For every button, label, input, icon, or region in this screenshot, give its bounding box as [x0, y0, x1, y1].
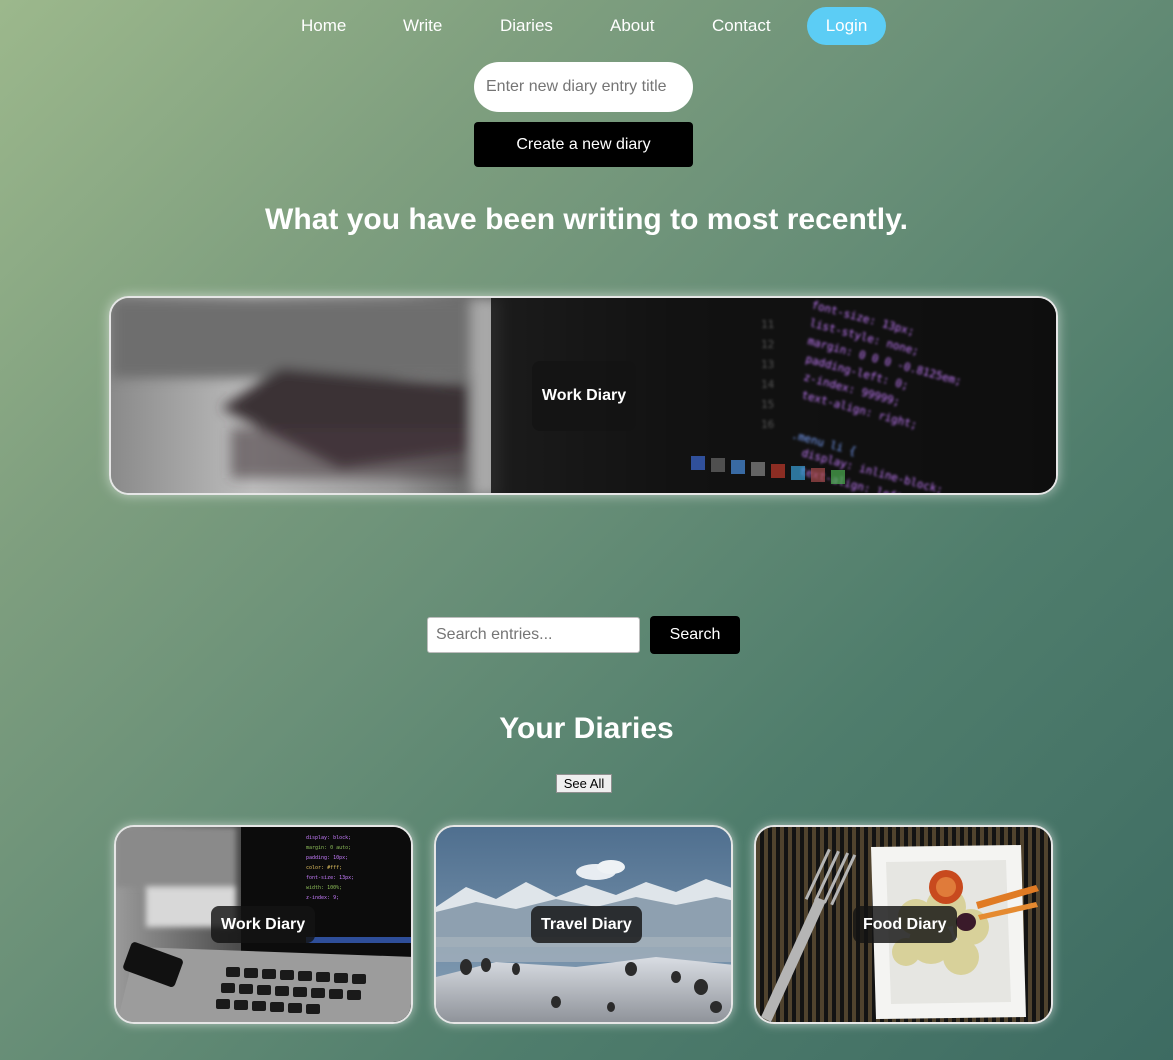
svg-text:15: 15	[761, 398, 774, 411]
create-diary-button[interactable]: Create a new diary	[474, 122, 693, 167]
svg-text:color: #fff;: color: #fff;	[306, 865, 342, 871]
diary-card-work[interactable]: display: block; margin: 0 auto; padding:…	[114, 825, 413, 1024]
diary-card-label: Food Diary	[853, 906, 957, 943]
main-nav: Home Write Diaries About Contact Login	[0, 7, 1173, 45]
recent-heading: What you have been writing to most recen…	[265, 203, 908, 236]
nav-write-link[interactable]: Write	[403, 7, 442, 45]
svg-text:13: 13	[761, 358, 774, 371]
svg-text:16: 16	[761, 418, 774, 431]
login-button[interactable]: Login	[807, 7, 886, 45]
svg-text:display: block;: display: block;	[306, 835, 351, 841]
svg-text:z-index: 9;: z-index: 9;	[306, 895, 339, 901]
svg-text:font-size: 13px;: font-size: 13px;	[306, 875, 354, 881]
svg-text:margin: 0 auto;: margin: 0 auto;	[306, 845, 351, 851]
search-input[interactable]	[427, 617, 640, 653]
svg-text:width: 100%;: width: 100%;	[306, 885, 342, 891]
svg-text:padding: 10px;: padding: 10px;	[306, 855, 348, 861]
nav-contact-link[interactable]: Contact	[712, 7, 771, 45]
diary-card-travel[interactable]: Travel Diary	[434, 825, 733, 1024]
search-button[interactable]: Search	[650, 616, 740, 654]
svg-text:12: 12	[761, 338, 774, 351]
nav-home-link[interactable]: Home	[301, 7, 346, 45]
nav-diaries-link[interactable]: Diaries	[500, 7, 553, 45]
diary-card-food[interactable]: Food Diary	[754, 825, 1053, 1024]
see-all-button[interactable]: See All	[556, 774, 612, 793]
diary-card-label: Work Diary	[211, 906, 316, 943]
nav-about-link[interactable]: About	[610, 7, 654, 45]
svg-text:14: 14	[761, 378, 775, 391]
diaries-heading: Your Diaries	[499, 712, 674, 745]
recent-card-label: Work Diary	[532, 361, 636, 431]
svg-text:11: 11	[761, 318, 774, 331]
diary-card-label: Travel Diary	[531, 906, 642, 943]
diary-title-input[interactable]	[474, 62, 693, 112]
recent-diary-card[interactable]: font-size: 13px; list-style: none; margi…	[109, 296, 1058, 495]
